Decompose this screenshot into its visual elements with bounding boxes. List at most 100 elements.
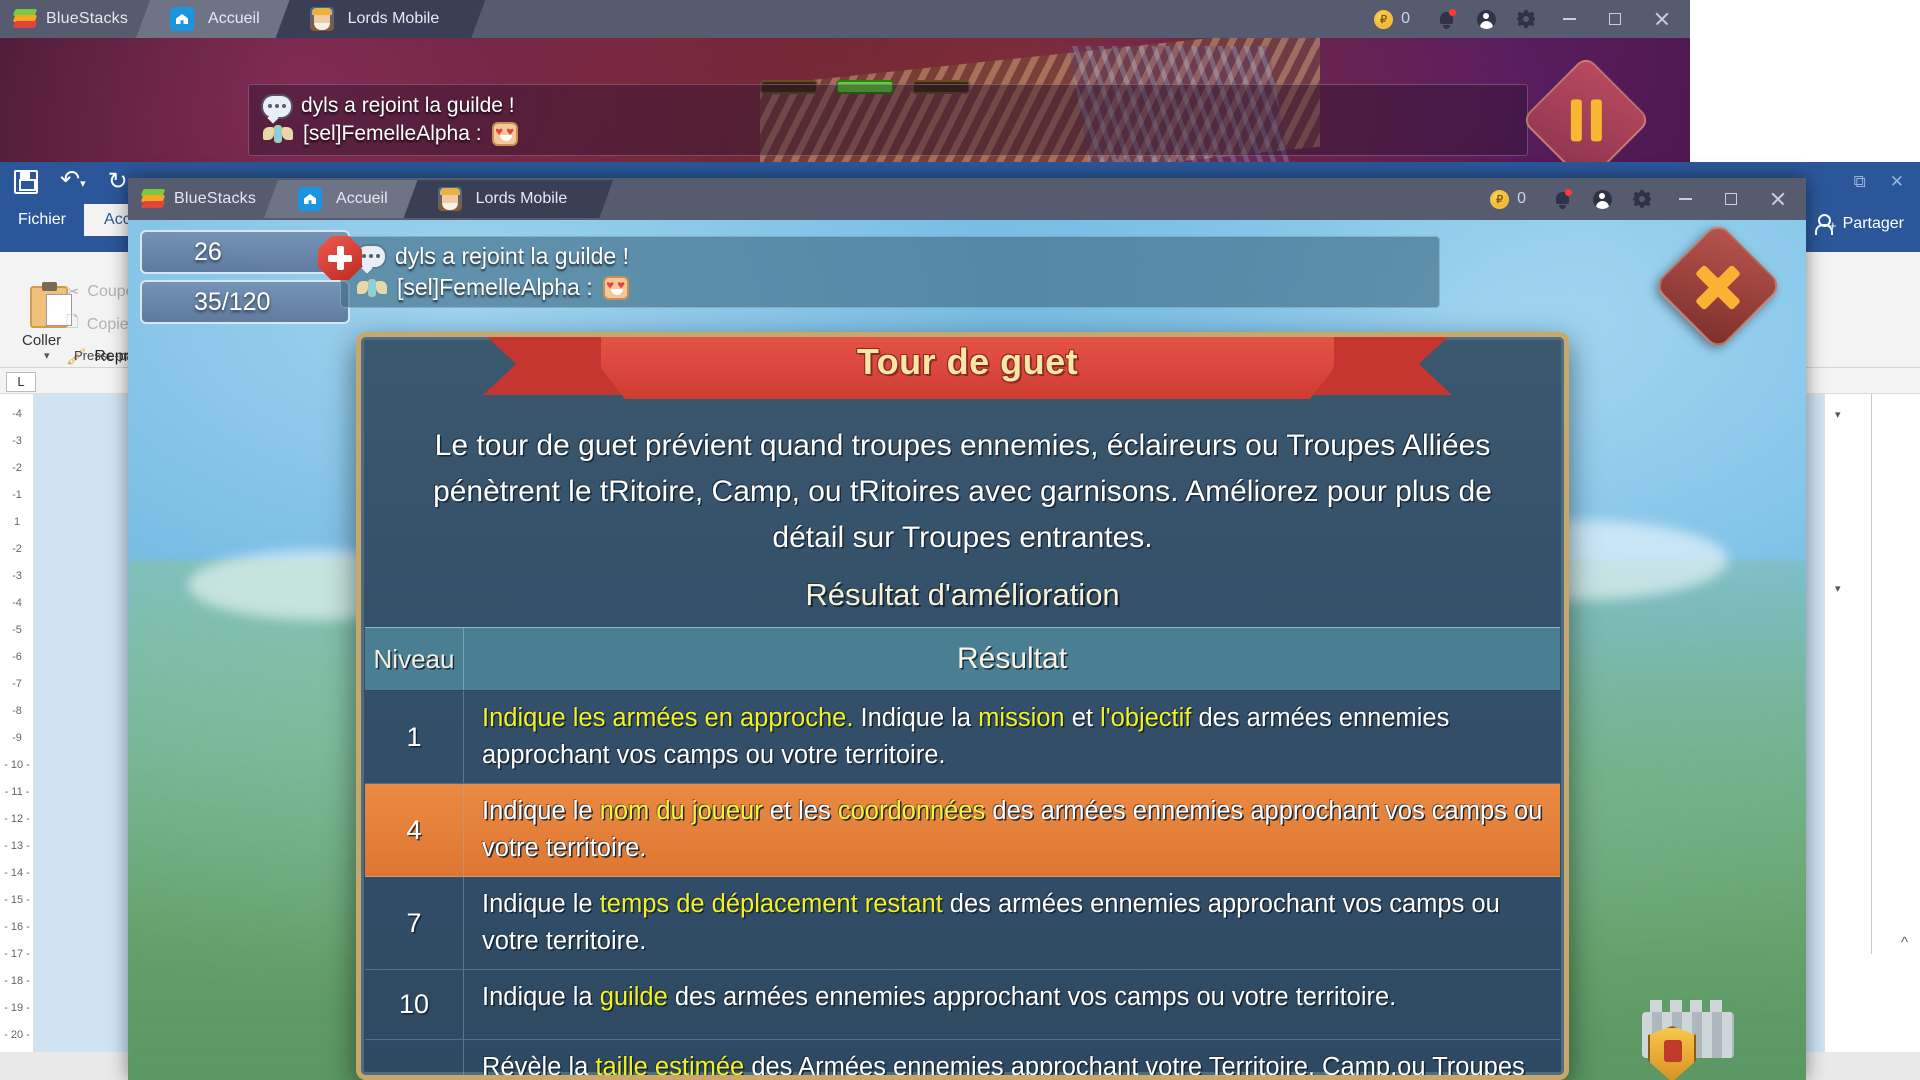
outer-chat-line-2: [sel]FemelleAlpha : [263,122,518,146]
highlight-text: taille estimée [595,1053,745,1080]
row-level: 13 [365,1040,463,1076]
share-person-icon: + [1814,214,1837,235]
ruler-mark: - 20 - [4,1029,30,1041]
inner-minimize-button[interactable] [1662,180,1708,218]
lords-mobile-icon [438,187,462,211]
resource-panel: 26 35/120 [140,230,362,330]
inner-chat-banner[interactable]: dyls a rejoint la guilde ! [sel]FemelleA… [340,236,1440,308]
ruler-mark: -9 [12,732,22,744]
plain-text: Indique la [853,704,979,732]
table-row: 4 Indique le nom du joueur et les coordon… [365,784,1560,877]
tab-fichier[interactable]: Fichier [0,204,85,236]
ruler-mark: - 11 - [4,786,30,798]
close-icon [1692,260,1744,312]
gear-icon [1633,190,1651,208]
heart-eyes-emoji-icon [602,275,629,300]
pause-icon [1570,99,1602,141]
lords-mobile-icon [310,7,334,31]
screen-root: ↶▾ ↻ ≡ ⧉ ✕ + Partager Fichier Accueil Co… [0,0,1920,1080]
ruler-mark: - 18 - [4,975,30,987]
minimize-icon [1678,198,1692,200]
inner-account-button[interactable] [1582,180,1622,218]
inner-coin-balance[interactable]: ₽ 0 [1490,189,1526,209]
energy-resource-row[interactable]: 35/120 [140,280,350,324]
inner-maximize-button[interactable] [1708,180,1754,218]
inner-settings-button[interactable] [1622,180,1662,218]
ruler-mark: - 12 - [4,813,30,825]
heart-eyes-emoji-icon [491,122,518,146]
panel-caret-1-icon[interactable]: ▾ [1835,408,1841,421]
outer-tab-lords-label: Lords Mobile [347,10,440,27]
ruler-mark: - 19 - [4,1002,30,1014]
outer-tab-accueil[interactable]: Accueil [136,0,290,38]
table-row: 1 Indique les armées en approche. Indique… [365,691,1560,784]
inner-bluestacks-window[interactable]: BlueStacks Accueil Lords Mobile ₽ 0 26 3… [128,178,1806,1080]
row-level: 1 [406,721,422,752]
notifications-button[interactable] [1426,0,1466,38]
add-resource-button[interactable] [318,236,362,280]
row-result: Indique le temps de déplacement restant … [463,877,1560,969]
dialog-title: Tour de guet [856,341,1079,382]
inner-close-button[interactable] [1754,180,1800,218]
inner-notifications-button[interactable] [1542,180,1582,218]
inner-chat-lines: dyls a rejoint la guilde ! [sel]FemelleA… [357,243,629,301]
avatar-icon [1476,9,1496,29]
upgrade-results-table: Niveau Résultat 1 Indique les armées en a… [365,627,1560,1080]
watchtower-info-dialog: Tour de guet Le tour de guet prévient qu… [356,332,1569,1080]
coin-count: 0 [1401,10,1410,27]
ruler-mark: - 17 - [4,948,30,960]
outer-app-logo-tab[interactable]: BlueStacks [0,0,151,38]
plain-text: Indique le [482,890,600,918]
copy-icon: 🗋 [66,314,79,331]
table-row: 7 Indique le temps de déplacement restant… [365,877,1560,970]
inner-bluestacks-titlebar: BlueStacks Accueil Lords Mobile ₽ 0 [128,178,1806,220]
outer-close-button[interactable] [1638,0,1684,38]
undo-icon[interactable]: ↶▾ [60,168,86,196]
upgrade-results-heading: Résultat d'amélioration [805,577,1120,612]
gem-icon [148,235,186,269]
dialog-close-button[interactable] [1652,220,1784,352]
castle-building-button[interactable] [1642,1000,1734,1080]
bluestacks-logo-icon [12,9,38,29]
inner-chat-line-1: dyls a rejoint la guilde ! [357,243,629,270]
inner-tab-lords-mobile[interactable]: Lords Mobile [404,180,614,218]
ruler-mark: -8 [12,705,22,717]
outer-chat-banner[interactable]: dyls a rejoint la guilde ! [sel]FemelleA… [248,84,1528,156]
row-result: Indique les armées en approche. Indique … [463,691,1560,783]
scissors-icon: ✂ [66,284,80,301]
bell-icon [1555,189,1572,209]
row-result: Révèle la taille estimée des Armées enne… [463,1040,1560,1080]
inner-app-logo-tab[interactable]: BlueStacks [128,180,279,218]
corner-cell[interactable]: L [6,372,36,392]
coin-balance[interactable]: ₽ 0 [1374,9,1410,29]
close-icon [1770,192,1784,206]
energy-value: 35/120 [194,287,271,316]
outer-window-right-controls: ₽ 0 [1374,0,1690,38]
inner-app-title: BlueStacks [174,190,257,207]
heart-icon [148,285,186,319]
office-window-controls[interactable]: ⧉ ✕ [1854,172,1904,192]
pause-button[interactable] [1520,54,1652,162]
share-button[interactable]: + Partager [1814,214,1904,235]
account-button[interactable] [1466,0,1506,38]
row-level: 4 [406,814,422,845]
save-icon[interactable] [14,170,38,194]
highlight-text: mission [978,704,1065,732]
outer-minimize-button[interactable] [1546,0,1592,38]
office-restore-icon[interactable]: ⧉ [1854,172,1866,192]
maximize-icon [1725,193,1737,205]
settings-button[interactable] [1506,0,1546,38]
panel-caret-2-icon[interactable]: ▾ [1835,582,1841,595]
redo-icon[interactable]: ↻ [108,170,128,194]
office-close-icon[interactable]: ✕ [1890,172,1904,192]
outer-game-viewport[interactable]: dyls a rejoint la guilde ! [sel]FemelleA… [0,38,1690,162]
inner-window-right-controls: ₽ 0 [1490,180,1806,218]
game-viewport[interactable]: 26 35/120 dyls a rejoint la guilde ! [se… [128,220,1806,1080]
inner-tab-accueil[interactable]: Accueil [264,180,418,218]
maximize-icon [1609,13,1621,25]
outer-maximize-button[interactable] [1592,0,1638,38]
scroll-up-icon[interactable]: ^ [1901,934,1908,951]
ruler-mark: - 15 - [4,894,30,906]
vertical-ruler: -4 -3 -2 -1 1 -2 -3 -4 -5 -6 -7 -8 -9 - 10 - - 11 - - 1… [0,394,34,1080]
outer-tab-lords-mobile[interactable]: Lords Mobile [276,0,486,38]
